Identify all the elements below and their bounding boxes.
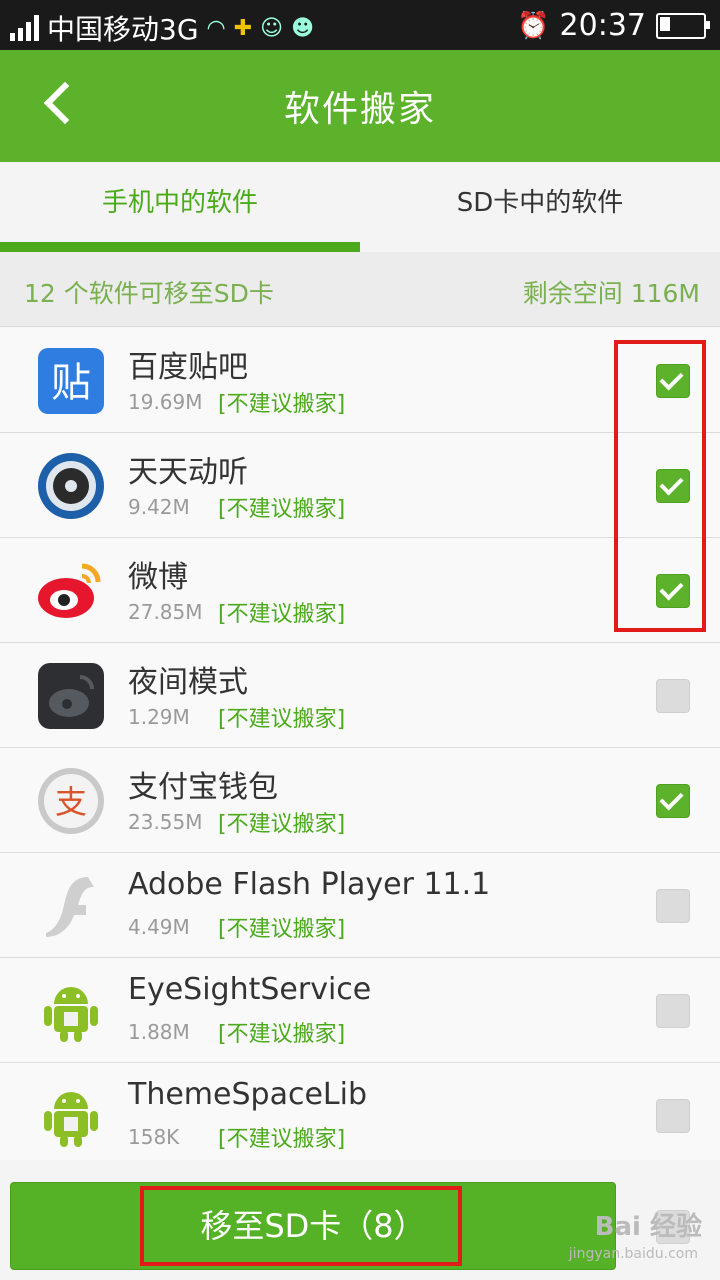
app-note: [不建议搬家] (218, 1022, 346, 1047)
app-name: Adobe Flash Player 11.1 (128, 867, 491, 902)
app-note: [不建议搬家] (218, 917, 346, 942)
list-item[interactable]: Adobe Flash Player 11.1 4.49M [不建议搬家] (0, 853, 720, 958)
app-size: 19.69M (128, 390, 203, 414)
app-note: [不建议搬家] (218, 497, 346, 522)
list-item[interactable]: 支 支付宝钱包 23.55M [不建议搬家] (0, 748, 720, 853)
flash-icon (46, 877, 94, 937)
app-note: [不建议搬家] (218, 1127, 346, 1152)
app-name: 支付宝钱包 (128, 770, 278, 805)
highlight-box (614, 340, 706, 632)
app-size: 1.88M (128, 1020, 190, 1044)
svg-text:贴: 贴 (51, 360, 91, 406)
list-item[interactable]: ThemeSpaceLib 158K [不建议搬家] (0, 1063, 720, 1168)
app-note: [不建议搬家] (218, 707, 346, 732)
wifi-icon: ◠ (206, 15, 226, 41)
app-list: 贴 百度贴吧 19.69M [不建议搬家] 天天动听 9.42M [不建议搬家]… (0, 328, 720, 1168)
night-mode-icon (38, 663, 104, 729)
clock-time: 20:37 (559, 8, 646, 43)
app-note: [不建议搬家] (218, 812, 346, 837)
watermark-url: jingyan.baidu.com (568, 1246, 698, 1262)
app-name: 夜间模式 (128, 665, 248, 700)
carrier-label: 中国移动3G (47, 13, 199, 46)
tab-bar: 手机中的软件 SD卡中的软件 (0, 162, 720, 253)
app-size: 4.49M (128, 915, 190, 939)
list-item[interactable]: 微博 27.85M [不建议搬家] (0, 538, 720, 643)
app-name: 天天动听 (128, 455, 248, 490)
page-title: 软件搬家 (283, 89, 436, 130)
android-icon (44, 1092, 98, 1147)
app-notification-icon: ✚ (233, 15, 253, 41)
alipay-icon: 支 (38, 768, 104, 834)
app-checkbox[interactable] (656, 784, 690, 818)
chat-icon: ☻ (291, 15, 315, 41)
app-note: [不建议搬家] (218, 602, 346, 627)
signal-icon (10, 15, 39, 41)
tab-phone-apps[interactable]: 手机中的软件 (0, 162, 360, 252)
svg-text:支: 支 (55, 783, 87, 821)
button-highlight-box (140, 1186, 462, 1266)
qq-icon: ☺ (260, 15, 284, 41)
baidu-tieba-icon: 贴 (38, 348, 104, 414)
app-note: [不建议搬家] (218, 392, 346, 417)
app-size: 158K (128, 1125, 180, 1149)
app-checkbox[interactable] (656, 889, 690, 923)
app-size: 9.42M (128, 495, 190, 519)
summary-bar: 12 个软件可移至SD卡 剩余空间 116M (0, 252, 720, 327)
bottom-bar: 移至SD卡（8） Bai 经验 jingyan.baidu.com (0, 1160, 720, 1280)
app-size: 27.85M (128, 600, 203, 624)
app-checkbox[interactable] (656, 679, 690, 713)
watermark-logo: Bai 经验 (594, 1212, 702, 1242)
list-item[interactable]: 贴 百度贴吧 19.69M [不建议搬家] (0, 328, 720, 433)
app-size: 1.29M (128, 705, 190, 729)
tab-sd-apps[interactable]: SD卡中的软件 (360, 162, 720, 252)
app-checkbox[interactable] (656, 994, 690, 1028)
app-header: 软件搬家 (0, 50, 720, 162)
free-space-text: 剩余空间 116M (522, 279, 700, 308)
movable-count-text: 12 个软件可移至SD卡 (24, 279, 274, 308)
app-size: 23.55M (128, 810, 203, 834)
battery-icon (656, 12, 710, 39)
alarm-icon: ⏰ (517, 10, 550, 41)
ttpod-icon (38, 453, 104, 519)
app-name: 百度贴吧 (128, 350, 248, 385)
list-item[interactable]: EyeSightService 1.88M [不建议搬家] (0, 958, 720, 1063)
list-item[interactable]: 夜间模式 1.29M [不建议搬家] (0, 643, 720, 748)
weibo-icon (38, 563, 101, 618)
list-item[interactable]: 天天动听 9.42M [不建议搬家] (0, 433, 720, 538)
android-icon (44, 987, 98, 1042)
app-checkbox[interactable] (656, 1099, 690, 1133)
app-name: ThemeSpaceLib (128, 1077, 367, 1112)
app-name: 微博 (128, 560, 188, 595)
status-bar: 中国移动3G ◠ ✚ ☺ ☻ ⏰ 20:37 (0, 0, 720, 50)
app-name: EyeSightService (128, 972, 372, 1007)
